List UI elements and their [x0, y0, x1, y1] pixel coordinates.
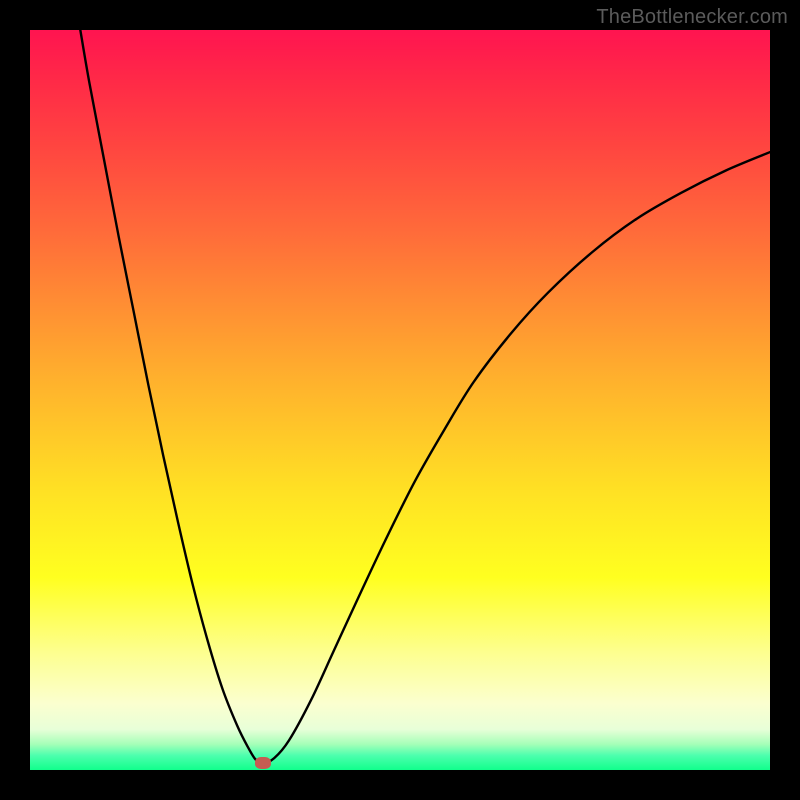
optimum-marker	[255, 757, 271, 769]
plot-area	[30, 30, 770, 770]
watermark-text: TheBottlenecker.com	[596, 6, 788, 29]
curve-svg	[30, 30, 770, 770]
chart-frame: TheBottlenecker.com	[0, 0, 800, 800]
curve-path	[80, 30, 770, 763]
